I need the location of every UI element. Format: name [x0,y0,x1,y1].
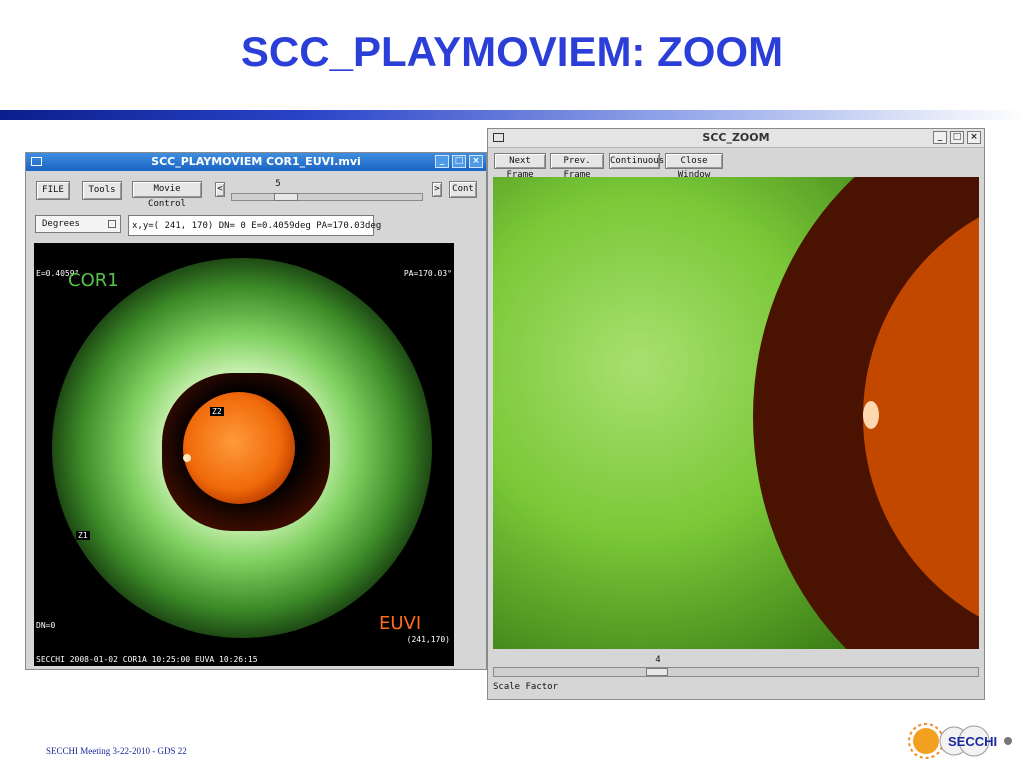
zoom-marker-z2[interactable]: Z2 [210,407,224,416]
units-select-value: Degrees [42,219,80,229]
coords-label: (241,170) [406,635,450,644]
next-frame-button[interactable]: Next Frame [494,153,546,180]
cursor-readout: x,y=( 241, 170) DN= 0 E=0.4059deg PA=170… [128,215,381,236]
title-rule [0,110,1024,120]
playmovie-title: SCC_PLAYMOVIEM COR1_EUVI.mvi [151,155,361,168]
cont-button[interactable]: Cont [449,181,477,198]
sun-disk [183,392,295,504]
zoom-flare [863,401,879,429]
frame-slider[interactable] [231,193,423,201]
dn-label: DN=0 [36,621,56,630]
playmovie-titlebar[interactable]: SCC_PLAYMOVIEM COR1_EUVI.mvi _ □ × [26,153,486,171]
maximize-icon[interactable]: □ [452,155,466,168]
logo-text: SECCHI [948,734,997,749]
info-line: SECCHI 2008-01-02 COR1A 10:25:00 EUVA 10… [36,655,258,664]
tools-button[interactable]: Tools [82,181,122,200]
close-window-button[interactable]: Close Window [665,153,723,180]
scale-slider[interactable] [493,667,979,677]
zoom-display[interactable] [493,177,979,649]
units-select[interactable]: Degrees [35,215,121,233]
prev-frame-button[interactable]: Prev. Frame [550,153,604,180]
file-button[interactable]: FILE [36,181,70,200]
next-frame-arrow-button[interactable]: > [432,182,442,197]
minimize-icon[interactable]: _ [435,155,449,168]
position-angle-label: PA=170.03° [403,269,452,278]
slide-footer: SECCHI Meeting 3-22-2010 - GDS 22 [46,746,187,756]
slide-title: SCC_PLAYMOVIEM: ZOOM [240,28,784,75]
coronagraph-image [52,258,432,638]
zoom-title: SCC_ZOOM [702,131,770,144]
secchi-logo: SECCHI [908,723,1012,759]
prev-frame-arrow-button[interactable]: < [215,182,225,197]
close-icon[interactable]: × [967,131,981,144]
zoomed-image [493,177,979,649]
maximize-icon[interactable]: □ [950,131,964,144]
minimize-icon[interactable]: _ [933,131,947,144]
zoom-window: SCC_ZOOM _ □ × Next Frame Prev. Frame Co… [487,128,985,700]
zoom-marker-z1[interactable]: Z1 [76,531,90,540]
zoom-titlebar[interactable]: SCC_ZOOM _ □ × [488,129,984,148]
scale-factor-label: Scale Factor [493,682,559,692]
close-icon[interactable]: × [469,155,483,168]
cor1-label: COR1 [68,270,119,291]
frame-value: 5 [275,179,281,189]
frame-slider-thumb[interactable] [274,193,298,201]
scale-slider-thumb[interactable] [646,668,668,676]
window-menu-icon[interactable] [493,133,504,142]
window-menu-icon[interactable] [31,157,42,166]
playmovie-window: SCC_PLAYMOVIEM COR1_EUVI.mvi _ □ × FILE … [25,152,487,670]
continuous-button[interactable]: Continuous [609,153,664,169]
dropdown-icon [108,220,116,228]
sun-flare [183,454,191,462]
movie-display[interactable]: E=0.4059° PA=170.03° COR1 Z2 Z1 DN=0 EUV… [34,243,454,666]
cursor-readout-text: x,y=( 241, 170) DN= 0 E=0.4059deg PA=170… [132,221,382,231]
scale-value: 4 [655,655,661,665]
movie-control-button[interactable]: Movie Control [132,181,202,209]
logo-sun-icon [913,728,939,754]
euvi-label: EUVI [379,613,422,634]
